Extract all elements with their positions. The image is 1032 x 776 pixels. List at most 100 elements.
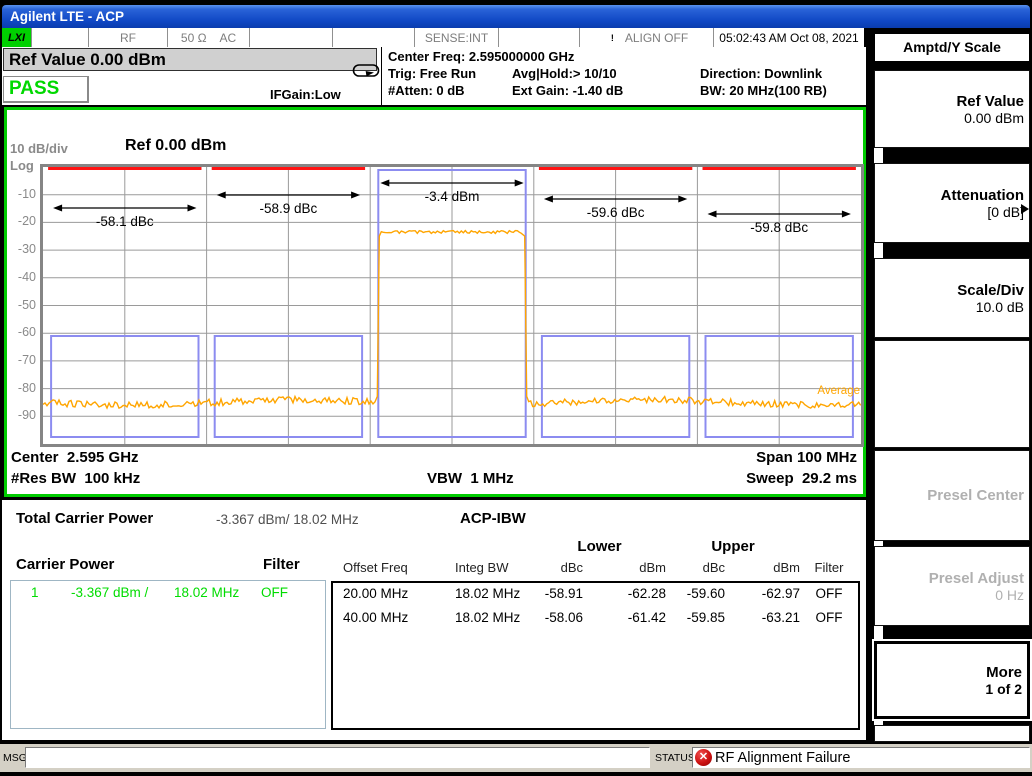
carrier-power-table: 1 -3.367 dBm / 18.02 MHz OFF [10,580,326,729]
carrier-power: -3.367 dBm / [71,585,148,600]
status-message: RF Alignment Failure [715,750,850,766]
col-upper-dbm: dBm [725,560,800,581]
acp-lower1-value: -58.9 dBc [259,201,317,216]
center-freq-readout: Center Freq: 2.595000000 GHz [388,49,574,64]
col-lower-dbc: dBc [533,560,583,581]
status-label: STATUS [655,752,695,764]
atten-readout: #Atten: 0 dB [388,83,465,98]
menu-title: Amptd/Y Scale [874,33,1030,62]
analyzer-screen: Agilent LTE - ACP LXI RF 50 Ω AC SENSE:I… [0,0,1032,776]
spectrum-display: 10 dB/div Ref 0.00 dBm Log Average -58.1… [4,107,866,497]
offset-row-20mhz: 20.00 MHz 18.02 MHz -58.91 -62.28 -59.60… [333,583,858,607]
continuous-sweep-icon [352,63,380,86]
status-cell-empty [250,28,333,47]
sweep-annotation: Sweep 29.2 ms [746,470,857,487]
input-coupling-cell: 50 Ω AC [168,28,250,47]
y-axis-tick: -90 [7,408,36,422]
y-axis-tick: -50 [7,298,36,312]
softkey-ref-value[interactable]: Ref Value 0.00 dBm [874,70,1030,148]
pass-fail-badge: PASS [3,76,89,103]
graticule: Average [40,164,864,447]
y-axis-tick: -30 [7,242,36,256]
message-field [25,747,650,768]
total-carrier-power-value: -3.367 dBm/ 18.02 MHz [216,512,359,527]
impedance-indicator: 50 Ω [181,31,207,45]
status-field: ✕ RF Alignment Failure [692,747,1030,768]
error-x-icon: ✕ [695,749,712,766]
acp-upper2-value: -59.8 dBc [750,220,808,235]
bw-readout: BW: 20 MHz(100 RB) [700,83,827,98]
log-scale-label: Log [10,158,34,173]
carrier-power-value: -3.4 dBm [425,189,480,204]
rf-indicator: RF [89,28,168,47]
offset-column-headers: Offset Freq Integ BW dBc dBm dBc dBm Fil… [333,560,860,581]
sense-indicator: SENSE:INT [415,28,499,47]
scale-per-div-label: 10 dB/div [10,141,68,156]
align-indicator: ALIGN OFF [625,31,688,45]
alert-triangle-icon: ! [605,31,621,45]
align-off-cell: ! ALIGN OFF [580,28,714,47]
res-bw-annotation: #Res BW 100 kHz [11,470,140,487]
carrier-bw: 18.02 MHz [174,585,239,600]
offset-results-table: 20.00 MHz 18.02 MHz -58.91 -62.28 -59.60… [331,581,860,730]
vbw-annotation: VBW 1 MHz [427,470,514,487]
carrier-power-table-title: Carrier Power [16,556,114,573]
trace-plot [43,167,861,444]
softkey-presel-adjust: Presel Adjust 0 Hz [874,546,1030,626]
acp-lower2-value: -58.1 dBc [96,214,154,229]
header-divider [381,47,382,105]
carrier-filter: OFF [261,585,288,600]
active-function-readout: Ref Value 0.00 dBm [3,48,377,71]
center-freq-annotation: Center 2.595 GHz [11,449,139,466]
status-cell-empty [499,28,580,47]
softkey-more[interactable]: More 1 of 2 [874,641,1030,719]
instrument-status-strip: LXI RF 50 Ω AC SENSE:INT ! ALIGN OFF 05:… [2,28,864,47]
lower-group-header: Lower [533,538,666,555]
softkey-presel-center: Presel Center [874,450,1030,541]
span-annotation: Span 100 MHz [756,449,857,466]
y-axis-tick: -20 [7,214,36,228]
upper-group-header: Upper [666,538,800,555]
col-upper-dbc: dBc [666,560,725,581]
lxi-indicator: LXI [2,28,32,47]
total-carrier-power-label: Total Carrier Power [16,510,153,527]
softkey-attenuation[interactable]: Attenuation [0 dB] [874,163,1030,243]
ext-gain-readout: Ext Gain: -1.40 dB [512,83,623,98]
submenu-arrow-icon [1021,204,1029,214]
softkey-scale-div[interactable]: Scale/Div 10.0 dB [874,258,1030,338]
y-axis-tick: -40 [7,270,36,284]
status-bar: MSG STATUS ✕ RF Alignment Failure [0,744,1032,772]
carrier-filter-header: Filter [263,556,300,573]
y-axis-tick: -80 [7,381,36,395]
coupling-indicator: AC [219,31,236,45]
window-title: Agilent LTE - ACP [10,9,124,24]
msg-label: MSG [3,752,27,764]
status-cell-empty [32,28,89,47]
col-integ-bw: Integ BW [445,560,533,581]
direction-readout: Direction: Downlink [700,66,822,81]
offset-group-headers: Lower Upper [331,538,860,560]
trace-name-label: Average [817,385,860,397]
carrier-index: 1 [31,585,39,600]
y-axis-tick: -70 [7,353,36,367]
acp-upper1-value: -59.6 dBc [587,205,645,220]
ifgain-readout: IFGain:Low [270,87,341,102]
offset-table-area: Lower Upper Offset Freq Integ BW dBc dBm… [331,538,860,730]
measurement-header: Ref Value 0.00 dBm PASS IFGain:Low Cente… [2,47,866,105]
status-cell-empty [333,28,415,47]
softkey-menu: Amptd/Y Scale Ref Value 0.00 dBm Attenua… [866,28,1032,744]
clock-display: 05:02:43 AM Oct 08, 2021 [714,28,864,47]
col-offset-freq: Offset Freq [333,560,445,581]
ref-level-label: Ref 0.00 dBm [125,137,226,155]
window-title-bar[interactable]: Agilent LTE - ACP [2,5,1030,28]
softkey-blank [874,340,1030,448]
softkey-blank [874,725,1030,742]
offset-row-40mhz: 40.00 MHz 18.02 MHz -58.06 -61.42 -59.85… [333,607,858,631]
col-lower-dbm: dBm [583,560,666,581]
acp-ibw-label: ACP-IBW [460,510,526,527]
y-axis-tick: -60 [7,325,36,339]
trigger-readout: Trig: Free Run [388,66,476,81]
avg-hold-readout: Avg|Hold:> 10/10 [512,66,617,81]
col-filter: Filter [800,560,858,581]
y-axis-tick: -10 [7,187,36,201]
